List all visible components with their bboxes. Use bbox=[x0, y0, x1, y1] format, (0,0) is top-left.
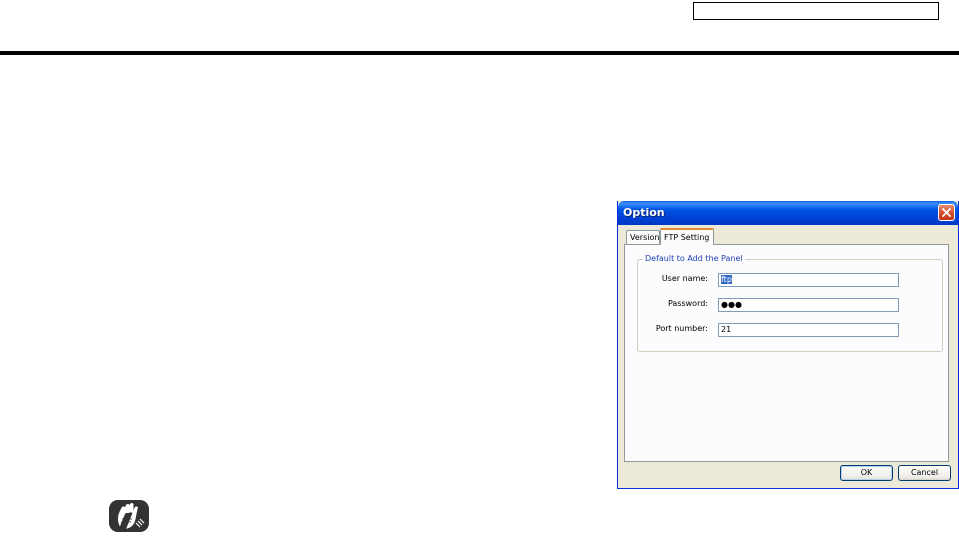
dialog-client: Version FTP Setting Default to Add the P… bbox=[622, 228, 954, 485]
hint-hand-icon bbox=[109, 500, 149, 532]
close-button[interactable] bbox=[938, 204, 955, 221]
user-name-value: ftp bbox=[721, 275, 732, 284]
user-name-input[interactable]: ftp bbox=[718, 273, 899, 287]
ok-button-label: OK bbox=[860, 468, 873, 477]
dialog-titlebar[interactable]: Option bbox=[618, 201, 958, 225]
tab-panel-ftp-setting: Default to Add the Panel User name: ftp … bbox=[624, 244, 949, 462]
tab-ftp-setting-label: FTP Setting bbox=[664, 233, 710, 242]
tab-ftp-setting[interactable]: FTP Setting bbox=[660, 228, 714, 245]
ok-button[interactable]: OK bbox=[840, 465, 893, 481]
user-name-label: User name: bbox=[661, 274, 708, 283]
password-input[interactable]: ●●● bbox=[718, 298, 899, 312]
port-number-input[interactable]: 21 bbox=[718, 323, 899, 337]
option-dialog: Option Version FTP Setting Default to Ad… bbox=[617, 201, 959, 489]
password-label: Password: bbox=[667, 299, 708, 308]
header-box bbox=[693, 2, 939, 20]
cancel-button-label: Cancel bbox=[910, 468, 939, 477]
group-title: Default to Add the Panel bbox=[643, 254, 745, 264]
header-rule bbox=[0, 51, 959, 55]
dialog-title: Option bbox=[623, 206, 665, 219]
close-icon bbox=[942, 208, 951, 217]
default-panel-groupbox: Default to Add the Panel User name: ftp … bbox=[637, 254, 943, 352]
tab-version-label: Version bbox=[630, 233, 660, 242]
tab-version[interactable]: Version bbox=[626, 230, 660, 244]
port-number-label: Port number: bbox=[655, 324, 708, 333]
cancel-button[interactable]: Cancel bbox=[898, 465, 951, 481]
password-value: ●●● bbox=[721, 300, 742, 309]
port-number-value: 21 bbox=[721, 325, 732, 334]
